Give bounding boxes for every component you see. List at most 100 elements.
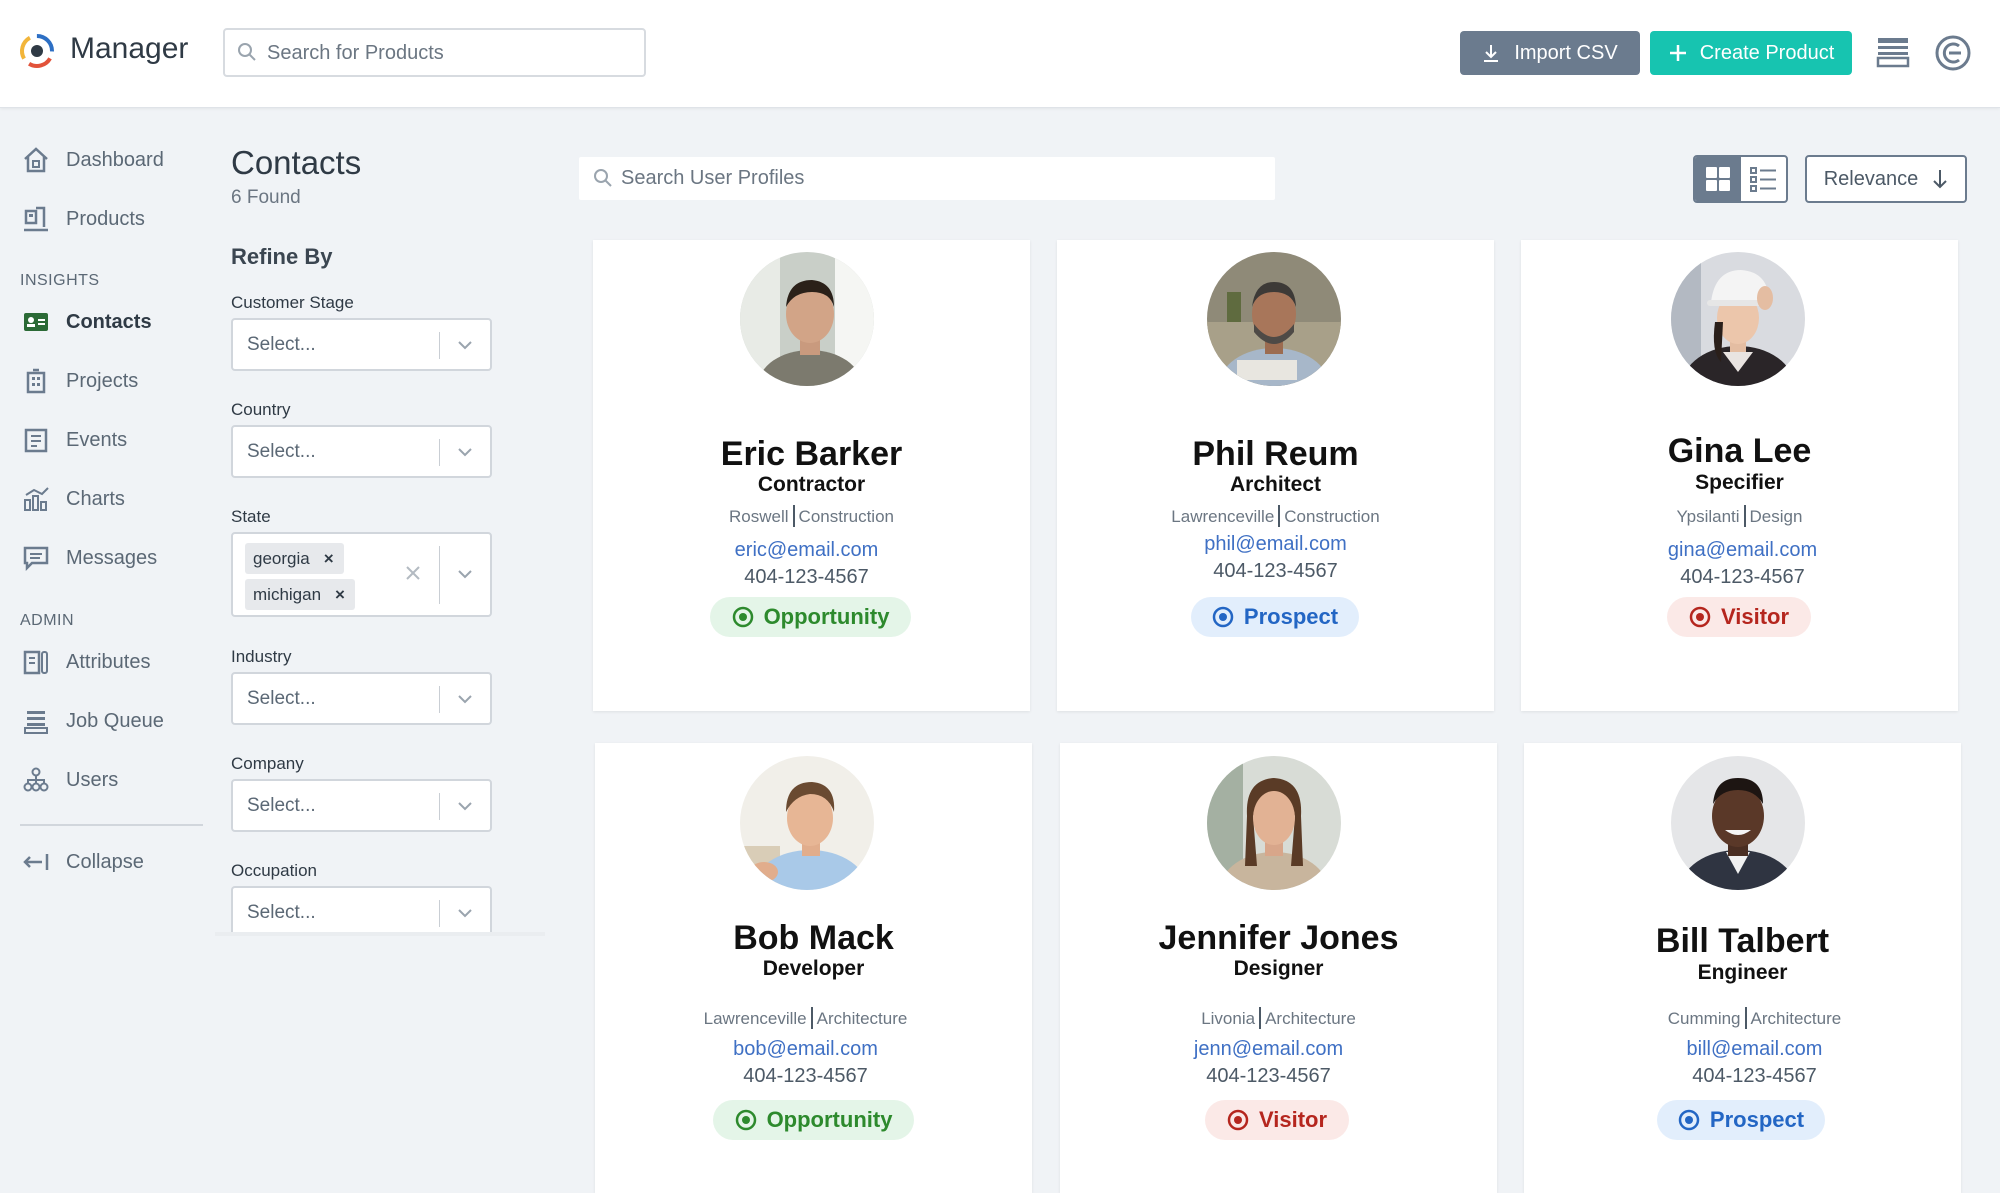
state-label: State (231, 507, 271, 526)
nav-item-job-queue[interactable]: Job Queue (20, 701, 164, 741)
nav-item-contacts[interactable]: Contacts (20, 302, 152, 342)
contact-role: Specifier (1695, 471, 1784, 494)
company-label: Company (231, 754, 304, 773)
attributes-icon (20, 646, 52, 678)
contact-phone: 404-123-4567 (744, 566, 869, 588)
country-placeholder: Select... (247, 441, 316, 462)
contact-meta: Roswell Construction (593, 505, 1030, 527)
chevron-down-icon[interactable] (456, 443, 474, 461)
contact-phone: 404-123-4567 (743, 1065, 868, 1087)
meta-divider (1744, 1007, 1747, 1029)
contact-email[interactable]: eric@email.com (593, 539, 1030, 562)
status-dot-icon (1227, 1109, 1249, 1131)
nav-item-events[interactable]: Events (20, 420, 127, 460)
contact-email[interactable]: gina@email.com (1521, 539, 1958, 562)
chevron-down-icon[interactable] (456, 565, 474, 583)
contacts-icon (20, 306, 52, 338)
contact-meta: Lawrenceville Construction (1057, 505, 1494, 527)
nav-item-attributes[interactable]: Attributes (20, 642, 150, 682)
contact-card[interactable]: Bill Talbert Engineer Cumming Architectur… (1524, 743, 1961, 1193)
remove-chip-icon[interactable]: × (324, 549, 334, 569)
product-search[interactable] (223, 28, 646, 77)
avatar (1207, 756, 1341, 890)
remove-chip-icon[interactable]: × (335, 585, 345, 605)
customer-stage-placeholder: Select... (247, 334, 316, 355)
clear-selection-icon[interactable] (404, 564, 422, 582)
nav-label-charts: Charts (66, 487, 125, 510)
customer-stage-select[interactable]: Select... (231, 318, 492, 371)
state-chip-label: georgia (253, 548, 310, 568)
inbox-tray-icon[interactable] (1876, 36, 1910, 68)
nav-item-messages[interactable]: Messages (20, 538, 157, 578)
profile-search-input[interactable] (621, 165, 1261, 191)
contact-name: Bill Talbert (1655, 922, 1830, 960)
contact-email[interactable]: phil@email.com (1057, 533, 1494, 556)
status-label: Prospect (1709, 1107, 1805, 1132)
status-badge: Visitor (1667, 597, 1811, 637)
nav-section-insights: INSIGHTS (20, 272, 100, 289)
contact-card[interactable]: Phil Reum Architect Lawrenceville Constru… (1057, 240, 1494, 711)
state-multiselect[interactable]: georgia × michigan × (231, 532, 492, 617)
nav-label-attributes: Attributes (66, 650, 151, 673)
company-select[interactable]: Select... (231, 779, 492, 832)
customer-stage-label: Customer Stage (231, 293, 354, 312)
nav-item-dashboard[interactable]: Dashboard (20, 140, 164, 180)
collapse-button[interactable]: Collapse (20, 842, 144, 882)
nav-item-charts[interactable]: Charts (20, 479, 125, 519)
state-chip-georgia: georgia × (245, 543, 344, 574)
contact-city: Cumming (1667, 1009, 1741, 1028)
contact-meta: Livonia Architecture (1060, 1007, 1497, 1029)
chevron-down-icon[interactable] (456, 904, 474, 922)
contact-card[interactable]: Eric Barker Contractor Roswell Constructi… (593, 240, 1030, 711)
status-badge: Opportunity (713, 1100, 914, 1140)
page-title: Contacts (231, 144, 362, 181)
contact-city: Lawrenceville (1171, 507, 1275, 526)
meta-divider (1743, 505, 1746, 527)
chevron-down-icon[interactable] (456, 797, 474, 815)
product-search-input[interactable] (267, 39, 627, 67)
status-label: Prospect (1243, 604, 1339, 629)
chevron-down-icon[interactable] (456, 336, 474, 354)
nav-item-products[interactable]: Products (20, 199, 145, 239)
contact-email[interactable]: bob@email.com (595, 1038, 1032, 1061)
status-dot-icon (1212, 606, 1234, 628)
contact-email[interactable]: bill@email.com (1524, 1038, 1961, 1061)
occupation-label: Occupation (231, 861, 317, 880)
create-product-button[interactable]: Create Product (1650, 31, 1852, 75)
import-csv-button[interactable]: Import CSV (1460, 31, 1640, 75)
contact-name: Phil Reum (1192, 435, 1359, 473)
contact-email[interactable]: jenn@email.com (1060, 1038, 1497, 1061)
occupation-select[interactable]: Select... (231, 886, 492, 934)
list-view-button[interactable] (1741, 157, 1787, 201)
contact-card[interactable]: Gina Lee Specifier Ypsilanti Design gina@… (1521, 240, 1958, 711)
select-separator (439, 900, 440, 927)
avatar (1207, 252, 1341, 386)
profile-search[interactable] (579, 157, 1275, 200)
contact-meta: Lawrenceville Architecture (595, 1007, 1032, 1029)
country-label: Country (231, 400, 291, 419)
contact-meta: Ypsilanti Design (1521, 505, 1958, 527)
contact-phone: 404-123-4567 (1206, 1065, 1331, 1087)
contact-card[interactable]: Bob Mack Developer Lawrenceville Architec… (595, 743, 1032, 1193)
chevron-down-icon[interactable] (456, 690, 474, 708)
contact-industry: Construction (1284, 507, 1380, 526)
sort-button[interactable]: Relevance (1805, 155, 1967, 203)
state-chip-label: michigan (253, 584, 322, 604)
contact-industry: Design (1749, 507, 1803, 526)
avatar (1671, 756, 1805, 890)
contact-industry: Architecture (1265, 1009, 1356, 1028)
download-icon (1484, 45, 1499, 62)
country-select[interactable]: Select... (231, 425, 492, 478)
search-icon (238, 43, 256, 61)
import-csv-label: Import CSV (1514, 41, 1618, 64)
nav-item-users[interactable]: Users (20, 760, 118, 800)
industry-select[interactable]: Select... (231, 672, 492, 725)
account-icon[interactable] (1934, 34, 1972, 72)
meta-divider (1278, 505, 1281, 527)
status-badge: Opportunity (710, 597, 911, 637)
contact-role: Engineer (1697, 961, 1788, 984)
contact-city: Livonia (1201, 1009, 1256, 1028)
contact-card[interactable]: Jennifer Jones Designer Livonia Architect… (1060, 743, 1497, 1193)
nav-item-projects[interactable]: Projects (20, 361, 138, 401)
grid-view-button[interactable] (1695, 157, 1741, 201)
